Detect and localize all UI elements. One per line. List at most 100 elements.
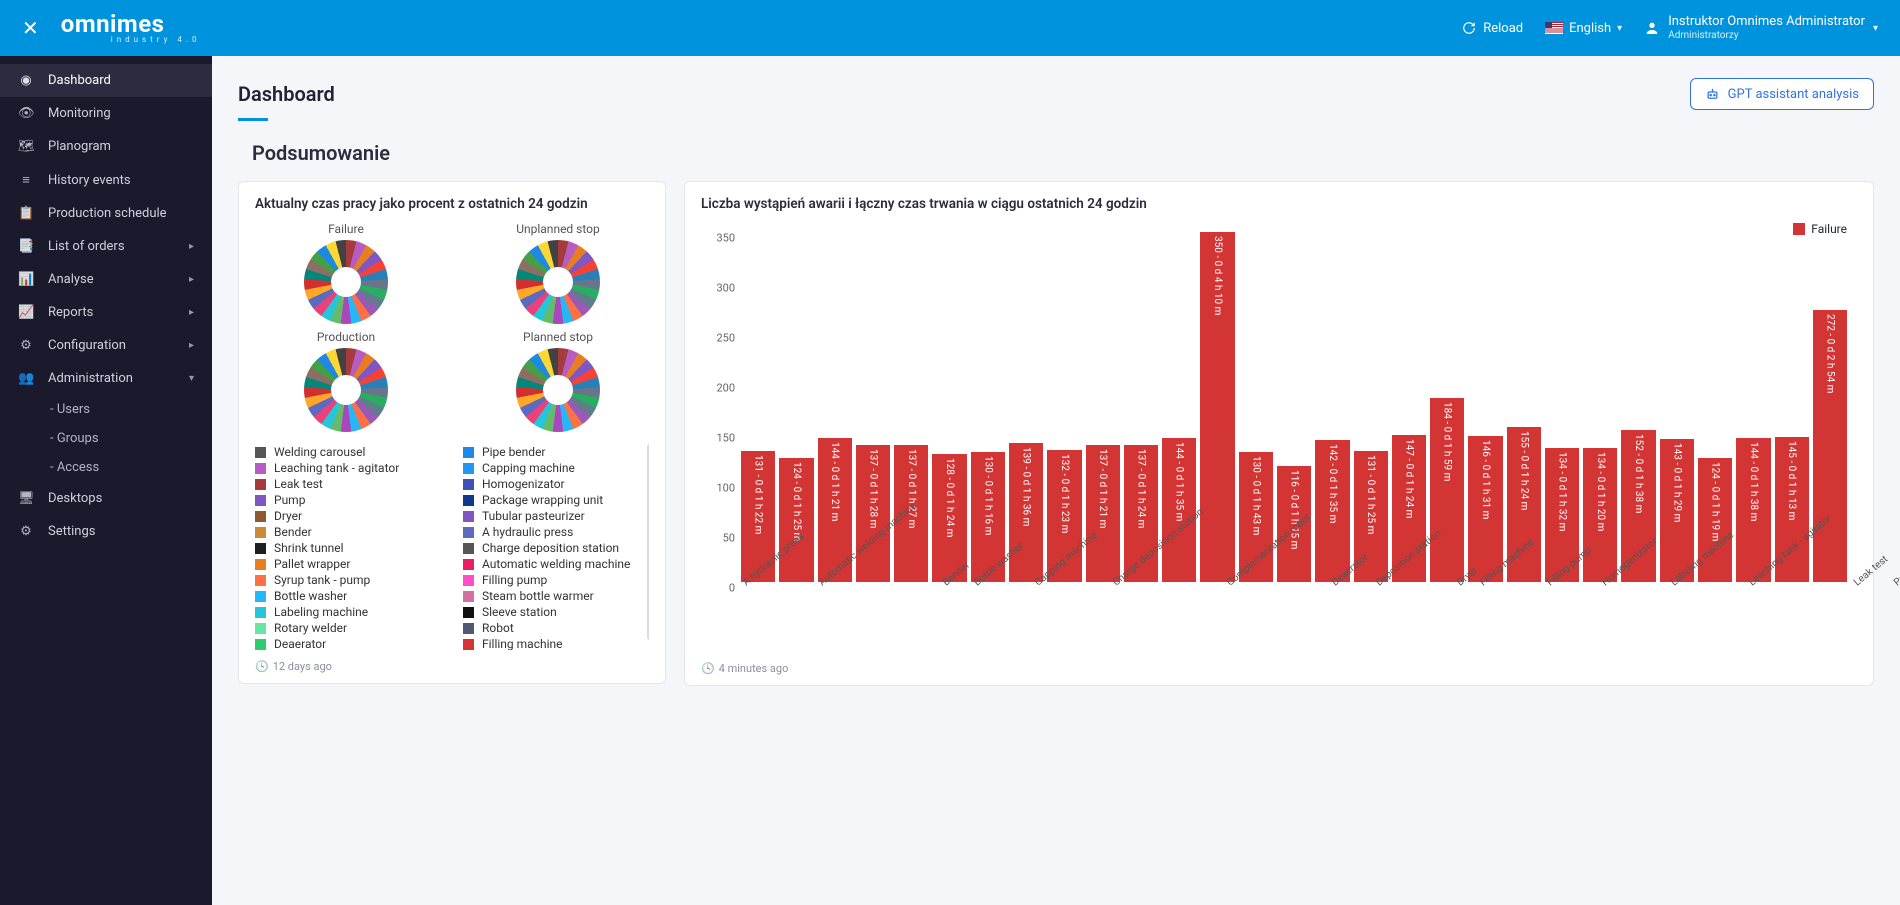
legend-item[interactable]: Package wrapping unit [463, 492, 649, 508]
bar[interactable]: 143 - 0 d 1 h 29 m [1660, 439, 1694, 582]
sidebar-subitem[interactable]: - Access [0, 453, 212, 482]
legend-item[interactable]: Sleeve station [463, 604, 649, 620]
legend-swatch [463, 607, 474, 618]
legend-item[interactable]: Automatic welding machine [463, 556, 649, 572]
main-content: Dashboard GPT assistant analysis Podsumo… [212, 56, 1900, 905]
bar-value-label: 128 - 0 d 1 h 24 m [944, 458, 955, 537]
close-icon[interactable]: ✕ [22, 16, 39, 40]
list-icon: ≡ [18, 172, 34, 188]
donut-chart-unplanned-stop[interactable] [516, 240, 600, 324]
bar[interactable]: 142 - 0 d 1 h 35 m [1315, 440, 1349, 582]
bar[interactable]: 144 - 0 d 1 h 35 m [1162, 438, 1196, 582]
reload-button[interactable]: Reload [1461, 20, 1523, 36]
sidebar-item-list-of-orders[interactable]: 📑List of orders▸ [0, 230, 212, 263]
legend-item[interactable]: Leak test [255, 476, 441, 492]
card-title: Liczba wystąpień awarii i łączny czas tr… [701, 196, 1857, 212]
app-header: ✕ omnimes industry 4.0 Reload English ▾ … [0, 0, 1900, 56]
bar[interactable]: 144 - 0 d 1 h 38 m [1736, 438, 1770, 582]
bar[interactable]: 137 - 0 d 1 h 21 m [1086, 445, 1120, 582]
y-tick: 0 [729, 582, 735, 595]
legend-swatch [255, 463, 266, 474]
chevron-right-icon: ▸ [189, 340, 194, 351]
legend-item[interactable]: Welding carousel [255, 444, 441, 460]
bar[interactable]: 137 - 0 d 1 h 28 m [856, 445, 890, 582]
bar[interactable]: 139 - 0 d 1 h 36 m [1009, 443, 1043, 582]
x-label: Package wrapping unit [1892, 515, 1900, 588]
legend-item[interactable]: Filling pump [463, 572, 649, 588]
bar-value-label: 137 - 0 d 1 h 28 m [867, 449, 878, 528]
sidebar-item-desktops[interactable]: 🖥Desktops [0, 482, 212, 515]
chevron-right-icon: ▸ [189, 307, 194, 318]
card-title: Aktualny czas pracy jako procent z ostat… [255, 196, 649, 212]
logo[interactable]: omnimes industry 4.0 [61, 12, 201, 44]
legend-item[interactable]: Pump [255, 492, 441, 508]
sidebar-subitem[interactable]: - Groups [0, 424, 212, 453]
sidebar-item-dashboard[interactable]: ◉Dashboard [0, 64, 212, 97]
legend-item[interactable]: Deaerator [255, 636, 441, 650]
sidebar-subitem[interactable]: - Users [0, 395, 212, 424]
legend-item[interactable]: Capping machine [463, 460, 649, 476]
legend-item[interactable]: Filling machine [463, 636, 649, 650]
bar[interactable]: 124 - 0 d 1 h 25 m [779, 458, 813, 582]
legend-item[interactable]: Labeling machine [255, 604, 441, 620]
legend-item[interactable]: Charge deposition station [463, 540, 649, 556]
legend-item[interactable]: Homogenizator [463, 476, 649, 492]
legend-text: Bottle washer [274, 589, 347, 603]
legend-text: Syrup tank - pump [274, 573, 370, 587]
donut-chart-planned-stop[interactable] [516, 348, 600, 432]
clock-icon: 🕓 [701, 662, 715, 675]
sidebar-item-administration[interactable]: 👥Administration▾ [0, 362, 212, 395]
legend-text: Deaerator [274, 637, 326, 650]
donut-chart-production[interactable] [304, 348, 388, 432]
chevron-right-icon: ▸ [189, 274, 194, 285]
sidebar-item-configuration[interactable]: ⚙Configuration▸ [0, 329, 212, 362]
legend-swatch [255, 639, 266, 650]
bar[interactable]: 184 - 0 d 1 h 59 m [1430, 398, 1464, 582]
legend-item[interactable]: Shrink tunnel [255, 540, 441, 556]
bar[interactable]: 134 - 0 d 1 h 20 m [1583, 448, 1617, 582]
x-label: Leak test [1852, 554, 1890, 589]
sidebar-item-history-events[interactable]: ≡History events [0, 163, 212, 197]
donut-label: Production [317, 330, 375, 344]
sidebar-item-monitoring[interactable]: 👁Monitoring [0, 97, 212, 130]
y-tick: 50 [723, 532, 735, 545]
legend-item[interactable]: Dryer [255, 508, 441, 524]
users-icon: 👥 [18, 371, 34, 386]
chevron-down-icon: ▾ [1617, 23, 1622, 34]
bar-value-label: 137 - 0 d 1 h 24 m [1135, 449, 1146, 528]
legend-item[interactable]: Pipe bender [463, 444, 649, 460]
donut-label: Planned stop [523, 330, 593, 344]
bar[interactable]: 350 - 0 d 4 h 10 m [1200, 232, 1234, 582]
chart-icon: 📊 [18, 272, 34, 287]
user-menu[interactable]: Instruktor Omnimes Administrator Adminis… [1644, 15, 1878, 41]
sidebar-item-planogram[interactable]: 🗺Planogram [0, 130, 212, 163]
bar[interactable]: 272 - 0 d 2 h 54 m [1813, 310, 1847, 582]
language-selector[interactable]: English ▾ [1545, 21, 1622, 36]
legend-item[interactable]: Syrup tank - pump [255, 572, 441, 588]
sidebar-item-analyse[interactable]: 📊Analyse▸ [0, 263, 212, 296]
user-role: Administratorzy [1668, 30, 1865, 42]
legend-text: Charge deposition station [482, 541, 619, 555]
gauge-icon: ◉ [18, 73, 34, 88]
legend-item[interactable]: Tubular pasteurizer [463, 508, 649, 524]
legend-item[interactable]: A hydraulic press [463, 524, 649, 540]
bar-value-label: 131 - 0 d 1 h 22 m [753, 455, 764, 534]
legend-item[interactable]: Robot [463, 620, 649, 636]
legend-item[interactable]: Pallet wrapper [255, 556, 441, 572]
legend-item[interactable]: Bottle washer [255, 588, 441, 604]
legend-scrollbar[interactable] [647, 444, 649, 640]
legend-item[interactable]: Rotary welder [255, 620, 441, 636]
legend-item[interactable]: Bender [255, 524, 441, 540]
legend-item[interactable]: Steam bottle warmer [463, 588, 649, 604]
sidebar-item-reports[interactable]: 📈Reports▸ [0, 296, 212, 329]
sidebar-item-settings[interactable]: ⚙Settings [0, 515, 212, 548]
donut-chart-failure[interactable] [304, 240, 388, 324]
legend-text: Filling machine [482, 637, 563, 650]
reload-label: Reload [1483, 21, 1523, 36]
card-work-time-percent: Aktualny czas pracy jako procent z ostat… [238, 181, 666, 684]
sidebar-item-production-schedule[interactable]: 📋Production schedule [0, 197, 212, 230]
legend-item[interactable]: Leaching tank - agitator [255, 460, 441, 476]
legend-text: Capping machine [482, 461, 575, 475]
gpt-analysis-button[interactable]: GPT assistant analysis [1690, 78, 1874, 110]
bar[interactable]: 146 - 0 d 1 h 31 m [1468, 436, 1502, 582]
